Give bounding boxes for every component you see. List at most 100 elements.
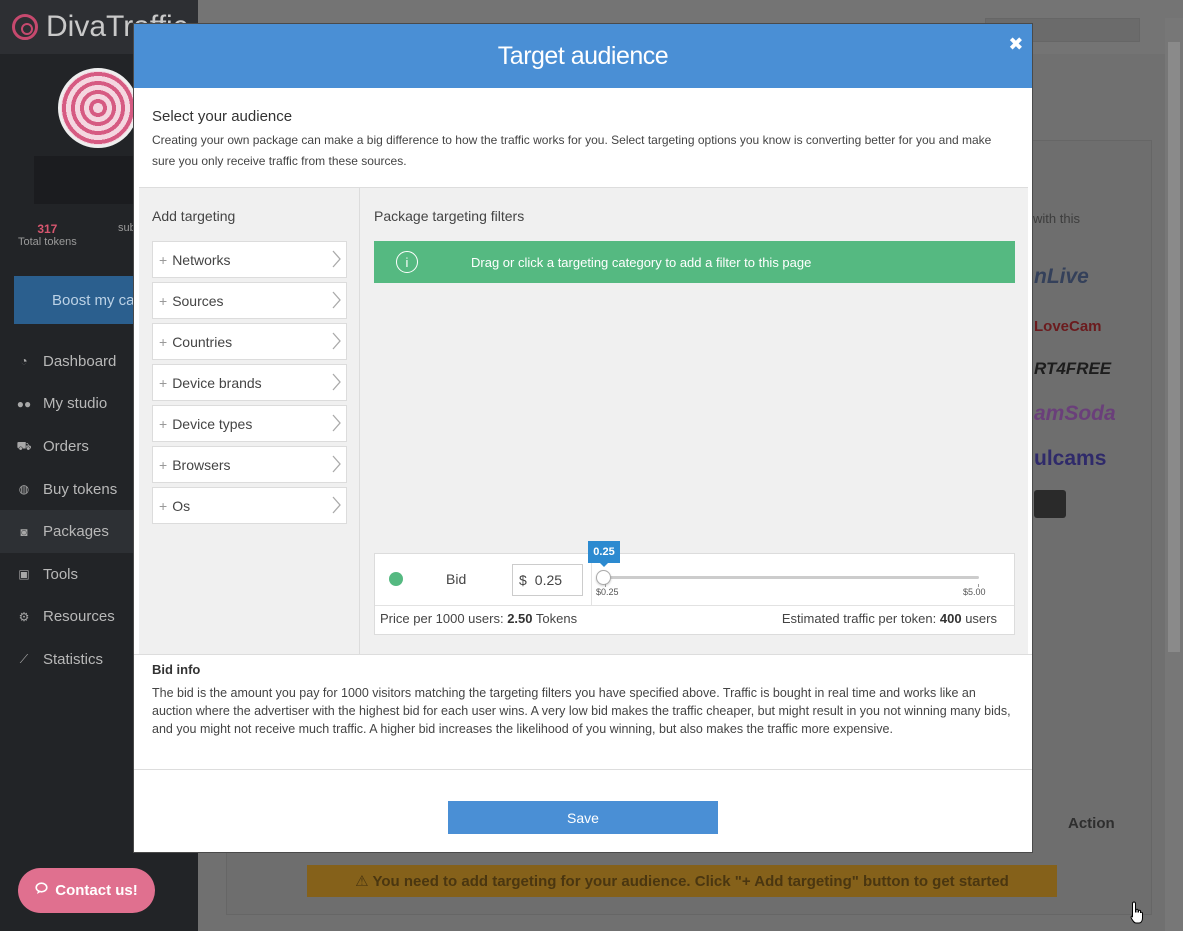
intro-title: Select your audience	[152, 108, 293, 125]
globe-icon: ◍	[18, 482, 30, 497]
chevron-right-icon	[332, 373, 341, 391]
partner-logo-2: LoveCam	[1034, 318, 1102, 335]
estimate-unit: users	[965, 611, 997, 626]
sidebar-item-label: Buy tokens	[43, 480, 118, 498]
bid-currency: $	[519, 572, 527, 588]
slider-min-label: $0.25	[596, 587, 619, 597]
plus-icon: +	[159, 333, 168, 350]
right-note-text: with this	[1033, 211, 1080, 226]
intro-text: Creating your own package can make a big…	[152, 133, 992, 168]
sidebar-item-label: Packages	[43, 523, 109, 541]
bid-info-text: The bid is the amount you pay for 1000 v…	[152, 686, 1011, 736]
chevron-right-icon	[332, 291, 341, 309]
partner-logo-1: nLive	[1034, 265, 1089, 288]
plus-icon: +	[159, 415, 168, 432]
sidebar-item-label: My studio	[43, 395, 108, 413]
estimate-value: 400	[939, 611, 962, 626]
contact-us-button[interactable]: Contact us!	[18, 868, 155, 913]
modal-header: Target audience ✖	[134, 24, 1032, 88]
contact-us-label: Contact us!	[55, 882, 138, 899]
stat-total-tokens-value: 317	[37, 222, 58, 236]
hand-cursor-icon	[1130, 901, 1143, 924]
add-targeting-title: Add targeting	[152, 208, 236, 224]
bid-box: Bid $ 0.25 0.25 $0.25 $5.00 Price per 10…	[374, 541, 1015, 635]
chevron-right-icon	[332, 250, 341, 268]
category-label: Browsers	[172, 456, 231, 473]
category-label: Networks	[172, 251, 231, 268]
slider-max-label: $5.00	[963, 587, 986, 597]
category-label: Os	[172, 497, 191, 514]
chart-icon: ⟋	[19, 652, 29, 667]
category-label: Device types	[172, 415, 253, 432]
partner-logo-3: RT4FREE	[1034, 359, 1112, 378]
users-icon: ●●	[16, 396, 32, 411]
category-sources-button[interactable]: + Sources	[152, 282, 347, 319]
add-targeting-panel: Add targeting + Networks + Sources + Countrie…	[139, 188, 360, 655]
bid-slider-handle[interactable]	[596, 570, 611, 585]
category-label: Countries	[172, 333, 233, 350]
bid-input[interactable]: $ 0.25	[512, 564, 583, 596]
category-device-brands-button[interactable]: + Device brands	[152, 364, 347, 401]
gears-icon: ⚙	[18, 609, 30, 624]
toolbox-icon: ▣	[18, 567, 30, 582]
plus-icon: +	[159, 456, 168, 473]
save-button[interactable]: Save	[448, 801, 718, 834]
bid-label: Bid	[446, 571, 467, 587]
sidebar-item-label: Dashboard	[43, 352, 117, 370]
category-os-button[interactable]: + Os	[152, 487, 347, 524]
sidebar-item-label: Orders	[43, 437, 89, 455]
brand-ring-icon	[12, 14, 38, 40]
car-icon: ◙	[20, 524, 28, 539]
bid-info-title: Bid info	[152, 662, 201, 677]
partner-logo-4: amSoda	[1034, 402, 1116, 425]
chat-bubble-icon	[35, 882, 48, 899]
info-message-bar: i Drag or click a targeting category to …	[374, 241, 1015, 283]
stat-total-tokens-label: Total tokens	[18, 236, 77, 248]
sidebar-item-label: Resources	[43, 608, 115, 626]
estimated-traffic: Estimated traffic per token: 400 users	[782, 611, 997, 626]
price-label: Price per 1000 users:	[380, 611, 504, 626]
intro-section: Select your audience Creating your own p…	[134, 88, 1032, 187]
price-unit: Tokens	[535, 611, 578, 626]
targeting-warning: ⚠ You need to add targeting for your aud…	[307, 865, 1057, 897]
target-audience-modal: Target audience ✖ Select your audience C…	[133, 23, 1033, 853]
bid-slider-track[interactable]	[605, 576, 979, 579]
price-per-1000: Price per 1000 users: 2.50 Tokens	[380, 611, 577, 626]
plus-icon: +	[159, 292, 168, 309]
category-device-types-button[interactable]: + Device types	[152, 405, 347, 442]
category-browsers-button[interactable]: + Browsers	[152, 446, 347, 483]
close-icon[interactable]: ✖	[1008, 34, 1023, 55]
bid-input-value: 0.25	[534, 572, 563, 588]
chevron-right-icon	[332, 496, 341, 514]
plus-icon: +	[159, 497, 168, 514]
price-value: 2.50	[507, 611, 533, 626]
category-label: Sources	[172, 292, 224, 309]
page-scrollbar-thumb[interactable]	[1168, 42, 1180, 652]
category-countries-button[interactable]: + Countries	[152, 323, 347, 360]
dashboard-icon: ◔	[20, 354, 28, 369]
plus-icon: +	[159, 251, 168, 268]
info-icon: i	[396, 251, 418, 273]
category-networks-button[interactable]: + Networks	[152, 241, 347, 278]
table-header-action: Action	[1068, 815, 1115, 832]
cart-icon: ⛟	[16, 439, 32, 454]
filters-title: Package targeting filters	[374, 208, 525, 224]
stat-total-tokens: 317 Total tokens	[18, 222, 77, 248]
estimate-label: Estimated traffic per token:	[781, 611, 937, 626]
modal-title: Target audience	[497, 41, 669, 70]
bid-slider-tooltip: 0.25	[588, 541, 620, 567]
chevron-right-icon	[332, 332, 341, 350]
category-label: Device brands	[172, 374, 262, 391]
partner-logo-6	[1034, 490, 1066, 518]
bid-divider	[375, 605, 1014, 606]
chevron-right-icon	[332, 455, 341, 473]
bid-status-dot	[389, 572, 403, 586]
partner-logo-5: ulcams	[1034, 447, 1107, 470]
info-message: Drag or click a targeting category to ad…	[471, 254, 812, 270]
targeting-panels: Add targeting + Networks + Sources + Countrie…	[139, 187, 1028, 655]
plus-icon: +	[159, 374, 168, 391]
bid-info-section: Bid info The bid is the amount you pay f…	[134, 654, 1032, 770]
avatar[interactable]	[58, 68, 138, 148]
chevron-right-icon	[332, 414, 341, 432]
sidebar-item-label: Statistics	[43, 650, 104, 668]
